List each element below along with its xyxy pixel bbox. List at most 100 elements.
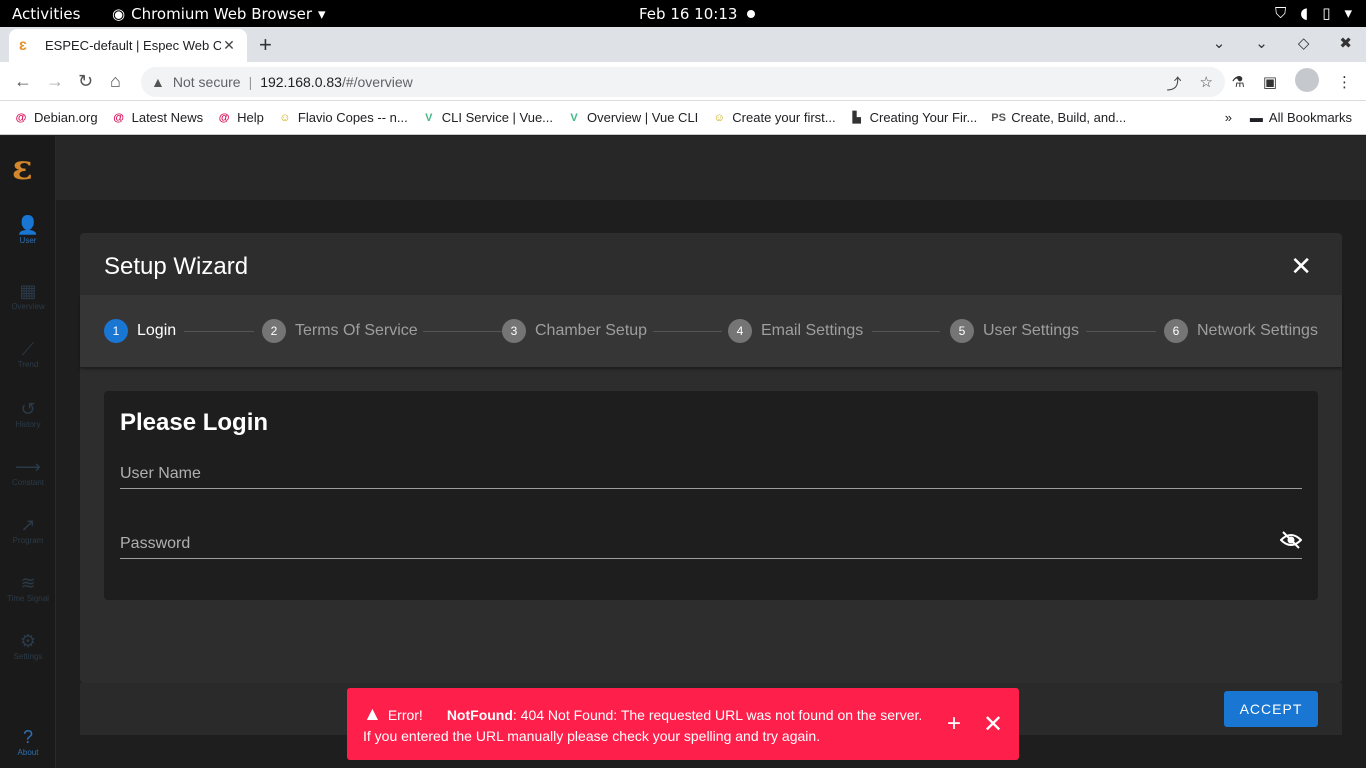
wizard-step-6[interactable]: 6 Network Settings bbox=[1164, 319, 1318, 343]
app-menu[interactable]: ◉ Chromium Web Browser ▾ bbox=[112, 5, 326, 23]
clock[interactable]: Feb 16 10:13 bbox=[639, 5, 756, 23]
bookmark-label: CLI Service | Vue... bbox=[441, 110, 554, 125]
reload-icon[interactable]: ↻ bbox=[78, 71, 93, 92]
more-bookmarks-icon[interactable]: » bbox=[1225, 110, 1232, 125]
sidebar-item-overview[interactable]: ▦ Overview bbox=[0, 280, 56, 311]
sidebar-item-label: Constant bbox=[11, 478, 45, 487]
back-icon[interactable]: ← bbox=[14, 71, 32, 92]
bookmarks-right: » ▬ All Bookmarks bbox=[1225, 110, 1352, 125]
flavio-icon: ☺ bbox=[713, 111, 725, 124]
bookmark-item[interactable]: ☺ Flavio Copes -- n... bbox=[278, 110, 407, 125]
toolbar-right: ⚗ ▣ ⋮ bbox=[1231, 68, 1352, 92]
sidebar-item-time-signal[interactable]: ≋ Time Signal bbox=[0, 572, 56, 603]
error-name: NotFound bbox=[446, 707, 513, 723]
step-number: 2 bbox=[262, 319, 286, 343]
tab-strip: ɛ ESPEC-default | Espec Web C ✕ + ⌄ ⌄ ◇ … bbox=[0, 27, 1366, 62]
visibility-off-icon[interactable] bbox=[1279, 531, 1303, 554]
app-header bbox=[56, 136, 1366, 200]
url-host: 192.168.0.83 bbox=[260, 74, 342, 90]
notification-dot bbox=[747, 10, 756, 18]
close-tab-icon[interactable]: ✕ bbox=[221, 37, 237, 54]
error-line-2: If you entered the URL manually please c… bbox=[363, 728, 821, 744]
labs-icon[interactable]: ⚗ bbox=[1231, 73, 1244, 91]
step-label: User Settings bbox=[983, 322, 1080, 339]
close-dialog-icon[interactable]: ✕ bbox=[1290, 251, 1312, 282]
debian-icon: @ bbox=[113, 111, 124, 124]
login-card: Please Login bbox=[104, 391, 1318, 600]
step-number: 3 bbox=[502, 319, 526, 343]
password-input[interactable] bbox=[120, 529, 1302, 558]
forward-icon[interactable]: → bbox=[46, 71, 64, 92]
bookmark-item[interactable]: PS Create, Build, and... bbox=[991, 110, 1126, 125]
error-prefix: Error! bbox=[387, 707, 423, 723]
bookmark-label: Create your first... bbox=[732, 110, 836, 125]
bookmark-item[interactable]: ☺ Create your first... bbox=[712, 110, 836, 125]
sidebar-item-label: About bbox=[17, 748, 39, 757]
bookmark-item[interactable]: ▙ Creating Your Fir... bbox=[850, 110, 977, 125]
expand-icon[interactable]: + bbox=[947, 710, 961, 738]
sidebar-item-about[interactable]: ? About bbox=[0, 726, 56, 757]
wizard-step-2[interactable]: 2 Terms Of Service bbox=[262, 319, 418, 343]
history-icon: ↺ bbox=[20, 399, 36, 419]
chevron-down-icon: ▾ bbox=[1344, 4, 1352, 22]
profile-avatar[interactable] bbox=[1295, 68, 1319, 92]
bookmark-item[interactable]: @ Debian.org bbox=[14, 110, 98, 125]
tab-search-icon[interactable]: ⌄ bbox=[1213, 34, 1226, 52]
sidebar-item-user[interactable]: 👤 User bbox=[0, 214, 56, 245]
url-path: /#/overview bbox=[341, 74, 413, 90]
dismiss-icon[interactable]: ✕ bbox=[983, 710, 1003, 739]
sidebar-item-program[interactable]: ↗ Program bbox=[0, 514, 56, 545]
app-name: Chromium Web Browser bbox=[131, 5, 313, 23]
menu-icon[interactable]: ⋮ bbox=[1337, 73, 1352, 91]
address-bar[interactable]: ▲ Not secure | 192.168.0.83 /#/overview … bbox=[141, 67, 1225, 97]
side-panel-icon[interactable]: ▣ bbox=[1263, 73, 1277, 91]
activities-button[interactable]: Activities bbox=[12, 5, 80, 23]
step-label: Terms Of Service bbox=[295, 322, 418, 339]
system-tray[interactable]: ⛉ ◖ ▯ ▾ bbox=[1275, 4, 1352, 22]
accept-button[interactable]: ACCEPT bbox=[1224, 691, 1318, 727]
sidebar-item-label: Time Signal bbox=[7, 594, 49, 603]
wizard-step-1[interactable]: 1 Login bbox=[104, 319, 176, 343]
step-label: Email Settings bbox=[761, 322, 864, 339]
star-icon[interactable]: ☆ bbox=[1200, 73, 1213, 94]
error-message: : 404 Not Found: The requested URL was n… bbox=[512, 707, 923, 723]
step-number: 6 bbox=[1164, 319, 1188, 343]
bookmark-label: Latest News bbox=[131, 110, 204, 125]
close-window-icon[interactable]: ✖ bbox=[1339, 34, 1352, 52]
all-bookmarks-button[interactable]: ▬ All Bookmarks bbox=[1250, 110, 1352, 125]
sidebar-item-trend[interactable]: ⟋ Trend bbox=[0, 338, 56, 369]
username-input[interactable] bbox=[120, 459, 1302, 488]
sidebar-item-settings[interactable]: ⚙ Settings bbox=[0, 630, 56, 661]
wizard-step-5[interactable]: 5 User Settings bbox=[950, 319, 1079, 343]
bookmarks-bar: @ Debian.org @ Latest News @ Help ☺ Flavio Cope… bbox=[0, 101, 1366, 135]
minimize-icon[interactable]: ⌄ bbox=[1255, 34, 1268, 52]
chevron-down-icon: ▾ bbox=[318, 5, 326, 23]
bookmark-item[interactable]: V CLI Service | Vue... bbox=[422, 110, 553, 125]
wizard-step-4[interactable]: 4 Email Settings bbox=[728, 319, 863, 343]
wizard-step-3[interactable]: 3 Chamber Setup bbox=[502, 319, 647, 343]
app-sidebar: ɛ 👤 User ▦ Overview ⟋ Trend ↺ History ⟶ Constant ↗… bbox=[0, 136, 56, 768]
bookmark-item[interactable]: @ Latest News bbox=[112, 110, 204, 125]
signal-icon: ≋ bbox=[20, 573, 36, 593]
sidebar-item-history[interactable]: ↺ History bbox=[0, 398, 56, 429]
maximize-icon[interactable]: ◇ bbox=[1298, 34, 1310, 52]
home-icon[interactable]: ⌂ bbox=[110, 71, 121, 92]
password-field bbox=[120, 529, 1303, 559]
battery-icon: ▯ bbox=[1322, 4, 1331, 22]
share-icon[interactable]: ⤴ bbox=[1167, 73, 1182, 94]
url-separator: | bbox=[248, 74, 253, 90]
new-tab-button[interactable]: + bbox=[259, 32, 272, 58]
chromium-icon: ◉ bbox=[112, 5, 126, 23]
error-snackbar: ▲ Error! NotFound: 404 Not Found: The re… bbox=[347, 688, 1019, 760]
bookmark-item[interactable]: @ Help bbox=[217, 110, 264, 125]
user-icon: 👤 bbox=[16, 215, 40, 235]
all-bookmarks-label: All Bookmarks bbox=[1268, 110, 1352, 125]
shield-icon: ⛉ bbox=[1275, 4, 1287, 22]
warning-icon: ▲ bbox=[363, 704, 382, 725]
bookmark-label: Create, Build, and... bbox=[1011, 110, 1127, 125]
gear-icon: ⚙ bbox=[19, 631, 37, 651]
browser-tab[interactable]: ɛ ESPEC-default | Espec Web C ✕ bbox=[9, 29, 247, 62]
sidebar-item-constant[interactable]: ⟶ Constant bbox=[0, 456, 56, 487]
bookmark-item[interactable]: V Overview | Vue CLI bbox=[567, 110, 698, 125]
os-top-bar: Activities ◉ Chromium Web Browser ▾ Feb … bbox=[0, 0, 1366, 27]
